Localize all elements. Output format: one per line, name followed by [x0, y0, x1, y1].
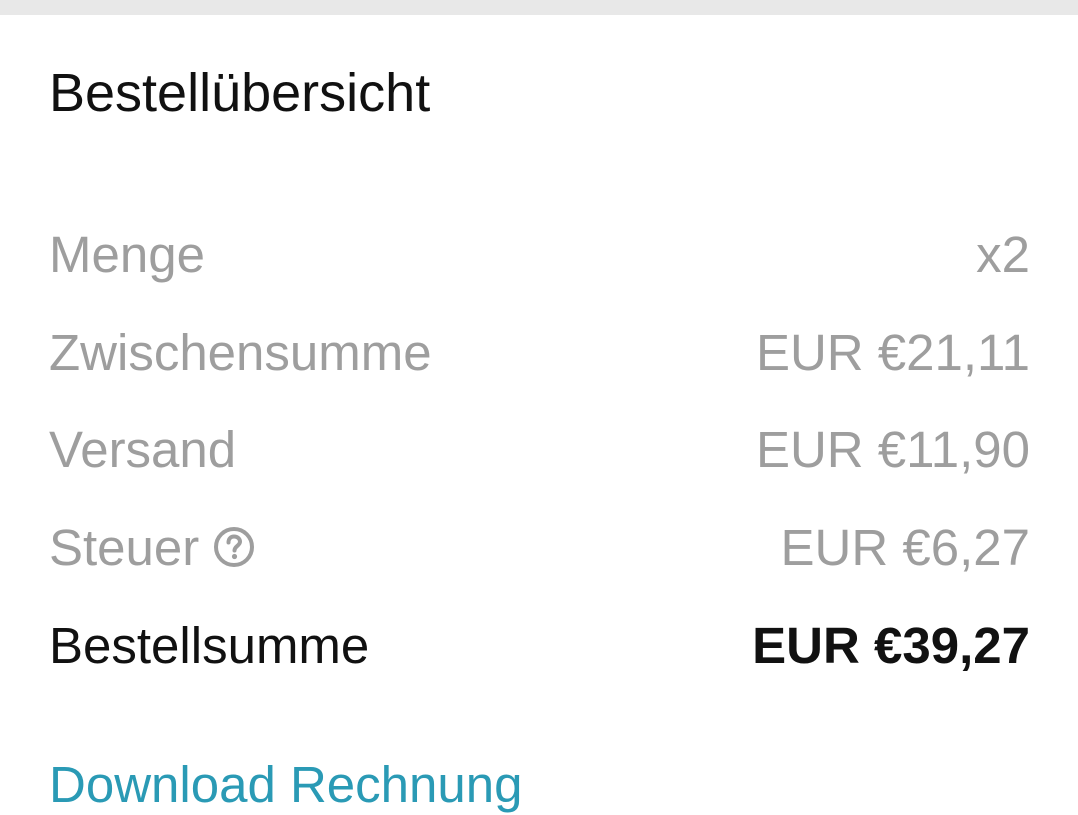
help-circle-icon[interactable] [213, 526, 255, 568]
subtotal-value: EUR €21,11 [755, 323, 1030, 381]
download-invoice-link[interactable]: Download Rechnung [49, 755, 523, 815]
shipping-value: EUR €11,90 [755, 420, 1030, 478]
top-divider-strip [0, 0, 1078, 15]
shipping-label: Versand [49, 420, 237, 478]
order-summary-title: Bestellübersicht [49, 63, 431, 123]
tax-value: EUR €6,27 [780, 518, 1030, 576]
quantity-value: x2 [976, 225, 1030, 283]
quantity-row: Menge x2 [49, 222, 1030, 286]
order-total-value: EUR €39,27 [752, 616, 1030, 674]
shipping-row: Versand EUR €11,90 [49, 417, 1030, 481]
quantity-label: Menge [49, 225, 205, 283]
tax-label-group: Steuer [49, 518, 255, 577]
tax-label: Steuer [49, 518, 200, 576]
order-summary-card: Bestellübersicht Menge x2 Zwischensumme … [0, 15, 1078, 813]
order-total-row: Bestellsumme EUR €39,27 [49, 613, 1030, 677]
subtotal-row: Zwischensumme EUR €21,11 [49, 320, 1030, 384]
order-total-label: Bestellsumme [49, 616, 370, 674]
subtotal-label: Zwischensumme [49, 323, 432, 381]
tax-row: Steuer EUR €6,27 [49, 515, 1030, 579]
